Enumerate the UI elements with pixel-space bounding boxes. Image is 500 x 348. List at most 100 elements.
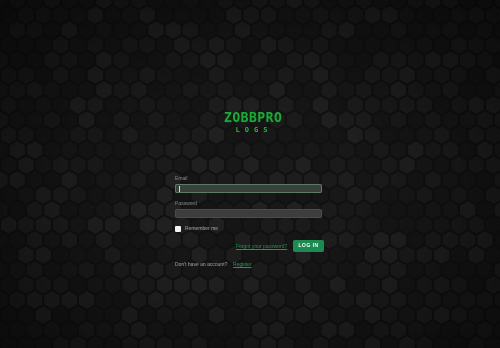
background-hexagon (130, 201, 147, 219)
background-hexagon (486, 306, 500, 324)
background-hexagon (200, 0, 216, 9)
background-hexagon (122, 306, 138, 324)
background-hexagon (295, 66, 311, 84)
background-hexagon (208, 126, 225, 144)
background-hexagon (44, 0, 60, 9)
background-hexagon (304, 0, 320, 9)
background-hexagon (304, 291, 320, 309)
background-hexagon (165, 51, 181, 69)
logo-title: ZOBBPRO (224, 111, 283, 126)
background-hexagon (347, 336, 363, 348)
background-hexagon (451, 276, 467, 294)
background-hexagon (269, 81, 285, 99)
background-hexagon (148, 231, 164, 249)
background-hexagon (122, 36, 138, 54)
background-hexagon (442, 0, 458, 9)
background-hexagon (321, 321, 337, 339)
background-hexagon (79, 201, 95, 219)
background-hexagon (130, 171, 147, 189)
background-hexagon (460, 81, 476, 99)
background-hexagon (399, 246, 415, 264)
background-hexagon (156, 96, 173, 114)
background-hexagon (18, 126, 34, 144)
background-hexagon (347, 96, 363, 114)
background-hexagon (416, 336, 432, 348)
background-hexagon (486, 216, 500, 234)
background-hexagon (200, 21, 216, 39)
background-hexagon (451, 336, 467, 348)
background-hexagon (356, 231, 372, 249)
background-hexagon (61, 81, 77, 99)
background-hexagon (113, 201, 129, 219)
background-hexagon (87, 186, 103, 204)
background-hexagon (243, 156, 259, 174)
background-hexagon (408, 51, 424, 69)
background-hexagon (130, 51, 147, 69)
background-hexagon (373, 111, 389, 129)
background-hexagon (87, 6, 103, 24)
background-hexagon (434, 186, 450, 204)
background-hexagon (148, 321, 164, 339)
background-hexagon (156, 6, 173, 24)
login-button[interactable]: LOG IN (293, 240, 324, 252)
background-hexagon (416, 156, 432, 174)
background-hexagon (382, 246, 398, 264)
background-hexagon (494, 22, 500, 38)
background-hexagon (18, 96, 34, 114)
no-account-text: Don't have an account? (175, 262, 228, 268)
background-hexagon (87, 336, 103, 348)
background-hexagon (425, 51, 441, 69)
background-hexagon (44, 51, 60, 69)
background-hexagon (494, 172, 500, 188)
background-hexagon (226, 66, 242, 84)
background-hexagon (278, 276, 294, 294)
remember-me-checkbox[interactable] (175, 226, 181, 232)
background-hexagon (442, 21, 458, 39)
background-hexagon (304, 51, 320, 69)
background-hexagon (468, 6, 484, 24)
background-hexagon (382, 336, 398, 348)
background-hexagon (460, 231, 476, 249)
background-hexagon (399, 96, 415, 114)
background-hexagon (113, 81, 129, 99)
background-hexagon (70, 216, 86, 234)
background-hexagon (494, 322, 500, 338)
remember-me-label[interactable]: Remember me (185, 226, 218, 232)
background-hexagon (70, 156, 86, 174)
background-hexagon (390, 321, 406, 339)
background-hexagon (139, 6, 155, 24)
background-hexagon (286, 21, 303, 39)
background-hexagon (191, 66, 207, 84)
background-hexagon (390, 51, 406, 69)
background-hexagon (295, 216, 311, 234)
background-hexagon (321, 81, 337, 99)
background-hexagon (174, 306, 190, 324)
email-field[interactable] (175, 184, 322, 193)
background-hexagon (35, 6, 51, 24)
background-hexagon (174, 156, 190, 174)
background-hexagon (70, 306, 86, 324)
background-hexagon (27, 21, 43, 39)
background-hexagon (61, 21, 77, 39)
background-hexagon (200, 51, 216, 69)
register-link[interactable]: Register (233, 262, 252, 268)
background-hexagon (373, 261, 389, 279)
background-hexagon (321, 261, 337, 279)
background-hexagon (87, 156, 103, 174)
background-hexagon (243, 306, 259, 324)
background-hexagon (382, 36, 398, 54)
background-hexagon (1, 276, 17, 294)
background-hexagon (156, 276, 173, 294)
password-field[interactable] (175, 209, 322, 218)
background-hexagon (338, 81, 354, 99)
background-hexagon (451, 66, 467, 84)
background-hexagon (9, 51, 25, 69)
background-hexagon (105, 246, 121, 264)
background-hexagon (304, 21, 320, 39)
background-hexagon (44, 141, 60, 159)
background-hexagon (70, 36, 86, 54)
background-hexagon (312, 36, 329, 54)
forgot-password-link[interactable]: Forgot your password? (236, 244, 287, 250)
background-hexagon (399, 306, 415, 324)
background-hexagon (434, 336, 450, 348)
